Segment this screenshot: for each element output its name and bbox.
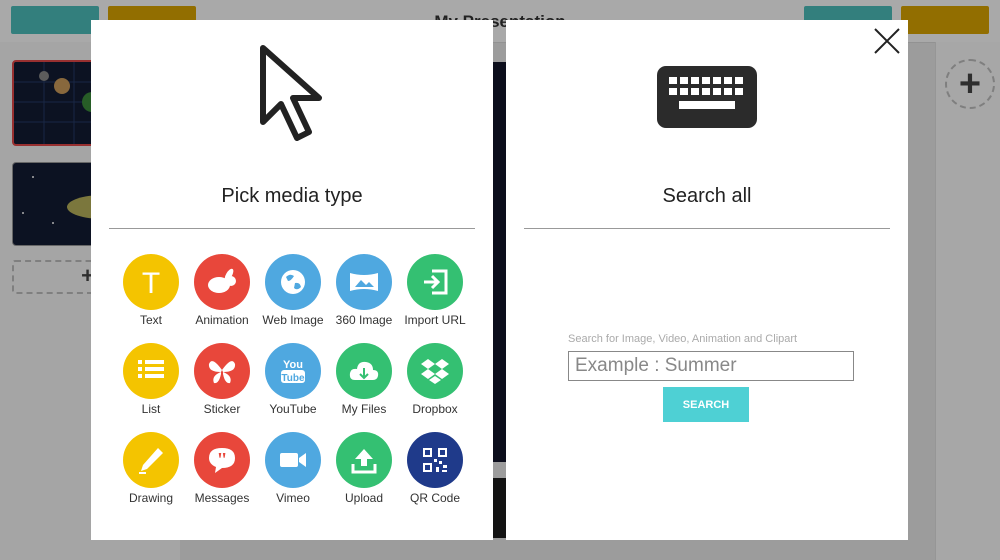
keyboard-icon (506, 66, 908, 133)
media-item-label: Vimeo (276, 491, 310, 505)
media-item-web-image[interactable]: Web Image (258, 254, 328, 327)
search-hint: Search for Image, Video, Animation and C… (568, 333, 798, 345)
list-icon (123, 343, 179, 399)
svg-text:": " (216, 449, 227, 471)
media-item-dropbox[interactable]: Dropbox (400, 343, 470, 416)
media-item-text[interactable]: T Text (116, 254, 186, 327)
media-item-vimeo[interactable]: Vimeo (258, 432, 328, 505)
media-item-youtube[interactable]: You Tube YouTube (258, 343, 328, 416)
media-item-label: Web Image (262, 313, 324, 327)
media-item-sticker[interactable]: Sticker (187, 343, 257, 416)
youtube-icon: You Tube (265, 343, 321, 399)
media-item-messages[interactable]: " Messages (187, 432, 257, 505)
media-item-upload[interactable]: Upload (329, 432, 399, 505)
media-item-label: Messages (194, 491, 250, 505)
close-icon[interactable] (872, 26, 902, 56)
divider (524, 228, 890, 229)
video-camera-icon (265, 432, 321, 488)
media-item-animation[interactable]: Animation (187, 254, 257, 327)
media-item-label: Text (139, 313, 162, 327)
media-item-label: 360 Image (335, 313, 393, 327)
divider (109, 228, 475, 229)
globe-icon (265, 254, 321, 310)
svg-text:T: T (142, 267, 160, 297)
dropbox-icon (407, 343, 463, 399)
media-item-label: List (141, 402, 161, 416)
import-icon (407, 254, 463, 310)
media-type-panel: Pick media type T Text Animation Web Ima… (91, 20, 493, 540)
media-item-label: Animation (195, 313, 249, 327)
qr-code-icon (407, 432, 463, 488)
butterfly-icon (194, 343, 250, 399)
media-item-label: QR Code (409, 491, 461, 505)
media-item-label: YouTube (269, 402, 317, 416)
cursor-arrow-icon (91, 42, 493, 149)
media-item-list[interactable]: List (116, 343, 186, 416)
panel-title: Pick media type (221, 185, 363, 207)
svg-text:Tube: Tube (281, 373, 305, 384)
media-item-label: Dropbox (412, 402, 458, 416)
panorama-icon (336, 254, 392, 310)
media-item-label: Import URL (404, 313, 466, 327)
media-item-label: Drawing (128, 491, 173, 505)
media-item-drawing[interactable]: Drawing (116, 432, 186, 505)
media-item-my-files[interactable]: My Files (329, 343, 399, 416)
media-item-import-url[interactable]: Import URL (400, 254, 470, 327)
media-item-label: Sticker (203, 402, 241, 416)
media-item-qr-code[interactable]: QR Code (400, 432, 470, 505)
media-item-label: My Files (341, 402, 387, 416)
rabbit-icon (194, 254, 250, 310)
cloud-download-icon (336, 343, 392, 399)
upload-icon (336, 432, 392, 488)
media-item-label: Upload (344, 491, 384, 505)
search-panel: Search all Search for Image, Video, Anim… (506, 20, 908, 540)
text-t-icon: T (123, 254, 179, 310)
panel-title: Search all (662, 185, 752, 207)
media-item-360-image[interactable]: 360 Image (329, 254, 399, 327)
search-button[interactable]: SEARCH (663, 387, 749, 422)
svg-text:You: You (283, 359, 303, 371)
quote-bubble-icon: " (194, 432, 250, 488)
search-input[interactable] (568, 351, 854, 381)
pencil-icon (123, 432, 179, 488)
